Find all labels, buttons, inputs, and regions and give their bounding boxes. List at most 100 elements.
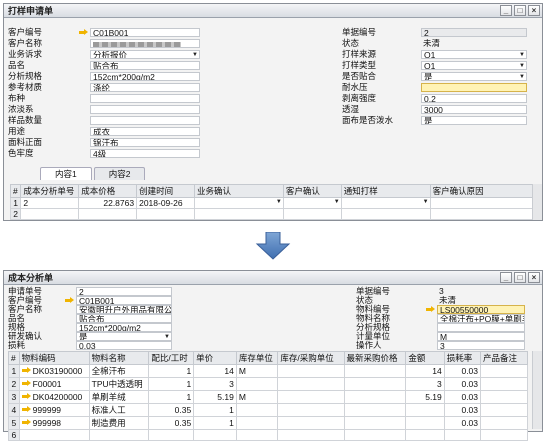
table-cell[interactable]: F00001 [18,377,90,391]
column-header[interactable]: # [8,351,20,365]
text-field[interactable] [90,94,200,103]
table-cell[interactable] [78,208,138,220]
table-cell[interactable]: 4 [8,403,20,417]
table-cell[interactable] [88,429,150,441]
text-field[interactable]: C01B001 [90,28,200,37]
table-cell[interactable]: 单刷羊绒 [88,390,150,404]
text-field[interactable]: 锦汗布 [90,138,200,147]
text-field[interactable]: 安徽明升户外用品有限公司 [76,305,172,314]
tab-content-1[interactable]: 内容1 [40,167,92,180]
table-cell[interactable] [277,377,345,391]
table-cell[interactable]: M [235,390,279,404]
table-cell[interactable] [429,208,535,220]
table-cell[interactable]: 0.35 [148,403,195,417]
column-header[interactable]: 产品备注 [480,351,528,365]
column-header[interactable]: 成本价格 [78,184,138,198]
table-cell[interactable] [343,416,407,430]
text-field[interactable] [90,105,200,114]
table-cell[interactable]: 2 [20,197,80,209]
text-field[interactable] [421,83,527,92]
text-field[interactable]: 2 [421,28,527,37]
link-arrow-icon[interactable] [79,29,88,36]
close-button[interactable]: × [528,272,540,283]
link-arrow-icon[interactable] [21,393,31,400]
table-cell[interactable] [343,364,407,378]
table-cell[interactable] [277,429,345,441]
column-header[interactable]: # [9,184,22,198]
table-cell[interactable] [277,364,345,378]
column-header[interactable]: 金额 [405,351,445,365]
table-cell[interactable]: 1 [193,403,237,417]
table-cell[interactable]: DK04200000 [18,390,90,404]
table-cell[interactable]: 5.19 [405,390,445,404]
text-field[interactable]: M [437,332,525,341]
table-cell[interactable]: 0.03 [443,377,482,391]
table-cell[interactable]: 5 [8,416,20,430]
table-cell[interactable] [443,429,482,441]
dropdown-field[interactable]: 是 [76,332,172,341]
table-cell[interactable]: 0.03 [443,416,482,430]
table-cell[interactable] [480,429,528,441]
table-row[interactable]: 2 [9,208,535,220]
table-cell[interactable] [282,197,342,209]
table-cell[interactable]: 3 [405,377,445,391]
table-cell[interactable]: 999999 [18,403,90,417]
table-row[interactable]: 4 999999 标准人工 0.35 1 0.03 [8,403,528,417]
tab-content-2[interactable]: 内容2 [93,167,146,180]
text-field[interactable]: 成衣 [90,127,200,136]
table-cell[interactable]: 0.35 [148,416,195,430]
table-cell[interactable] [480,364,528,378]
table-cell[interactable]: 2 [8,377,20,391]
table-cell[interactable]: 1 [148,377,195,391]
table-cell[interactable] [193,208,284,220]
table-cell[interactable] [136,208,195,220]
table-cell[interactable] [405,429,445,441]
column-header[interactable]: 客户确认原因 [429,184,535,198]
table-cell[interactable] [343,390,407,404]
table-cell[interactable] [277,416,345,430]
dropdown-field[interactable]: 是 [421,72,527,81]
text-field[interactable] [90,116,200,125]
column-header[interactable]: 配比/工时 [148,351,195,365]
close-button[interactable]: × [528,5,540,16]
text-field[interactable] [437,323,525,332]
table-cell[interactable] [405,416,445,430]
text-field[interactable]: 152cm*200g/m2 [90,72,200,81]
table-cell[interactable] [405,403,445,417]
table-cell[interactable] [340,208,431,220]
table-cell[interactable]: 0.03 [443,364,482,378]
table-cell[interactable] [235,403,279,417]
table-cell[interactable]: 14 [405,364,445,378]
link-arrow-icon[interactable] [426,306,435,313]
table-row[interactable]: 6 [8,429,528,441]
text-field[interactable]: 是 [421,116,527,125]
vertical-scrollbar[interactable] [532,184,542,220]
link-arrow-icon[interactable] [21,367,31,374]
table-row[interactable]: 1 DK03190000 全棉汗布 1 14 M 14 0.03 [8,364,528,378]
column-header[interactable]: 物料编码 [18,351,90,365]
table-cell[interactable]: 2 [9,208,22,220]
text-field[interactable]: 2 [76,287,172,296]
text-field[interactable]: 3000 [421,105,527,114]
column-header[interactable]: 创建时间 [136,184,195,198]
table-cell[interactable] [343,429,407,441]
dropdown-field[interactable]: O1 [421,50,527,59]
table-cell[interactable] [480,403,528,417]
text-field[interactable]: 3 [437,341,525,350]
table-cell[interactable]: 6 [8,429,20,441]
table-cell[interactable] [235,416,279,430]
table-cell[interactable]: 1 [8,364,20,378]
column-header[interactable]: 损耗率 [443,351,482,365]
table-row[interactable]: 3 DK04200000 单刷羊绒 1 5.19 M 5.19 0.03 [8,390,528,404]
link-arrow-icon[interactable] [21,419,31,426]
table-cell[interactable] [480,377,528,391]
table-cell[interactable] [148,429,195,441]
link-arrow-icon[interactable] [21,406,31,413]
table-cell[interactable]: DK03190000 [18,364,90,378]
table-row[interactable]: 5 999998 制造费用 0.35 1 0.03 [8,416,528,430]
text-field[interactable] [90,39,200,48]
column-header[interactable]: 客户确认 [282,184,342,198]
text-field[interactable]: 0.2 [421,94,527,103]
text-field[interactable]: 4级 [90,149,200,158]
table-cell[interactable]: 2018-09-26 [136,197,195,209]
